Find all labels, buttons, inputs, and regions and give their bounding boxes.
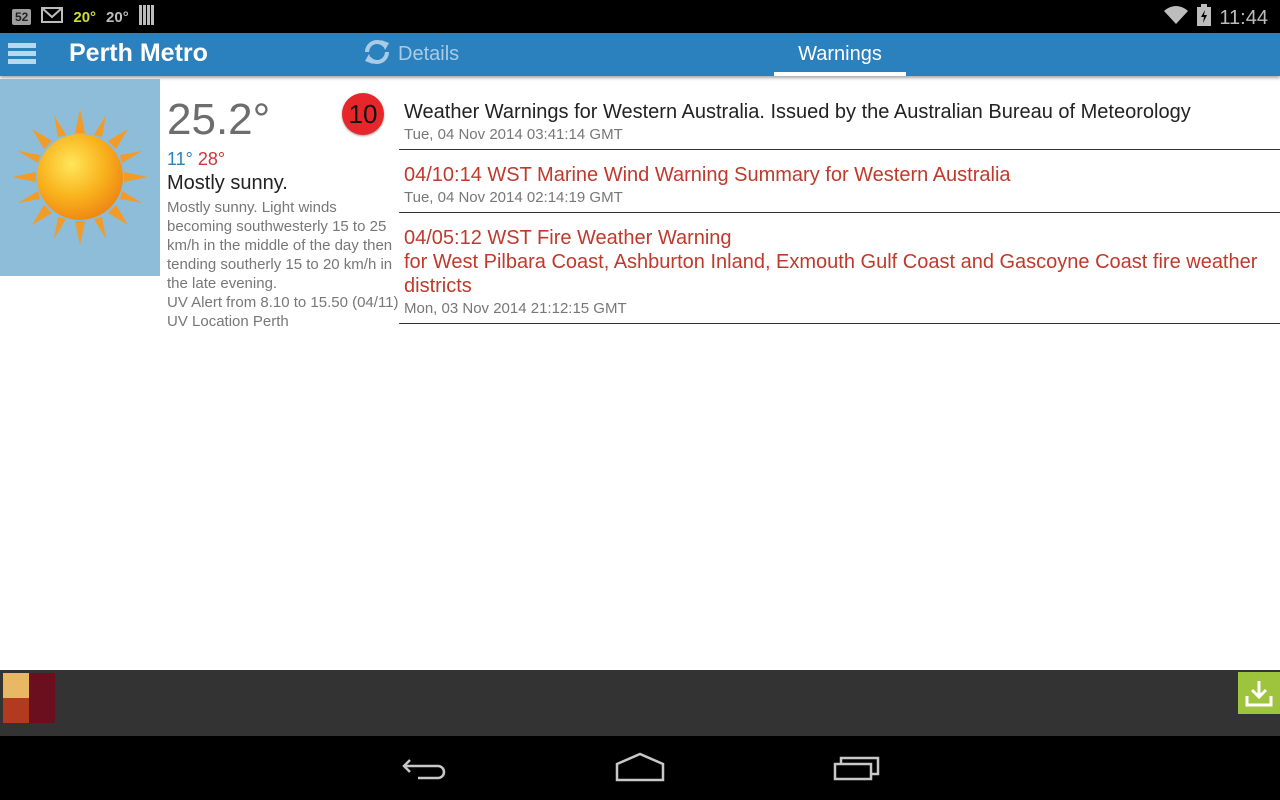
action-bar: Perth Metro Details Warnings — [0, 33, 1280, 76]
temperature-notification-2: 20° — [106, 8, 129, 26]
download-icon — [1245, 681, 1273, 707]
barcode-icon — [138, 5, 155, 29]
warning-title-line2: for West Pilbara Coast, Ashburton Inland… — [404, 251, 1258, 297]
notification-count-icon: 52 — [12, 9, 32, 25]
navigation-bar — [0, 736, 1280, 800]
warning-title: 04/10:14 WST Marine Wind Warning Summary… — [404, 164, 1011, 186]
warning-item[interactable]: 04/10:14 WST Marine Wind Warning Summary… — [399, 150, 1280, 213]
ad-banner[interactable] — [0, 670, 1280, 736]
battery-icon — [1197, 4, 1212, 32]
min-max-temperature: 11° 28° — [167, 149, 399, 170]
clock: 11:44 — [1219, 6, 1268, 29]
min-temperature: 11° — [167, 149, 193, 169]
condition: Mostly sunny. — [167, 172, 288, 194]
warning-date: Tue, 04 Nov 2014 02:14:19 GMT — [404, 189, 623, 206]
status-bar: 52 20° 20° 11:44 — [0, 0, 1280, 33]
warning-title: 04/05:12 WST Fire Weather Warning — [404, 227, 732, 249]
wifi-icon — [1163, 5, 1189, 31]
recent-apps-icon — [833, 756, 880, 781]
warning-date: Mon, 03 Nov 2014 21:12:15 GMT — [404, 300, 627, 317]
tab-warnings-label: Warnings — [798, 43, 882, 65]
back-button[interactable] — [400, 750, 450, 791]
gmail-icon — [41, 7, 64, 27]
uv-alert: UV Alert from 8.10 to 15.50 (04/11) — [167, 294, 399, 311]
ad-image[interactable] — [3, 673, 55, 723]
weather-icon-sunny — [0, 79, 160, 276]
uv-location: UV Location Perth — [167, 313, 289, 330]
warnings-list: Weather Warnings for Western Australia. … — [399, 95, 1280, 324]
app-title: Perth Metro — [69, 39, 208, 67]
warning-title: Weather Warnings for Western Australia. … — [404, 101, 1191, 123]
tab-warnings[interactable]: Warnings — [774, 33, 906, 76]
warning-count-badge: 10 — [342, 93, 384, 135]
recent-apps-button[interactable] — [832, 750, 882, 791]
max-temperature: 28° — [197, 149, 226, 169]
refresh-icon[interactable] — [362, 37, 392, 73]
warning-date: Tue, 04 Nov 2014 03:41:14 GMT — [404, 126, 623, 143]
home-icon — [615, 752, 665, 782]
tab-details-label: Details — [398, 43, 460, 65]
warning-item[interactable]: Weather Warnings for Western Australia. … — [399, 95, 1280, 150]
tab-details[interactable]: Details — [362, 33, 459, 76]
warning-item[interactable]: 04/05:12 WST Fire Weather Warning for We… — [399, 213, 1280, 324]
menu-icon[interactable] — [8, 43, 36, 67]
back-icon — [402, 759, 446, 780]
temperature-notification: 20° — [73, 8, 97, 26]
forecast-description: Mostly sunny. Light winds becoming south… — [167, 199, 393, 292]
home-button[interactable] — [614, 750, 666, 791]
download-button[interactable] — [1238, 672, 1280, 714]
